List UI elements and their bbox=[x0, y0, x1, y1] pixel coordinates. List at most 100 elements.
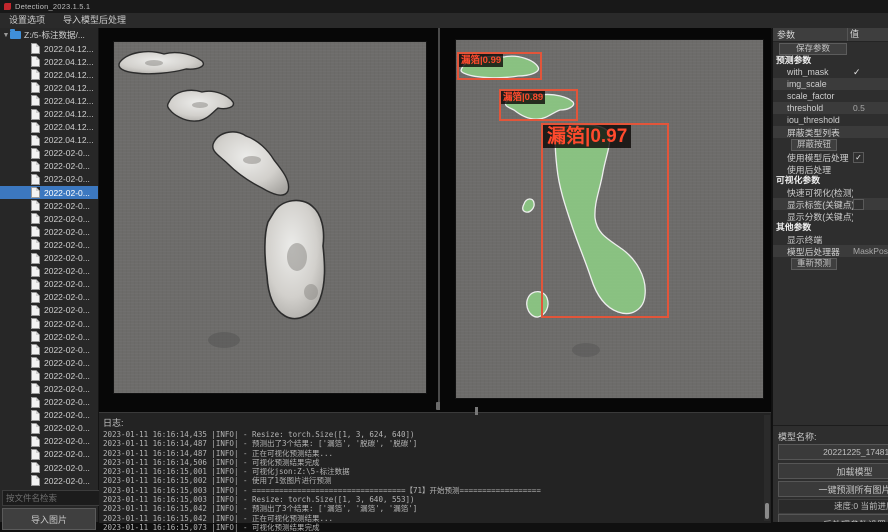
tree-item[interactable]: 2022.04.12... bbox=[0, 107, 98, 120]
log-scrollbar[interactable] bbox=[764, 415, 770, 521]
tree-item[interactable]: 2022-02-0... bbox=[0, 448, 98, 461]
param-row[interactable]: 快速可视化(检测) bbox=[773, 186, 888, 198]
tree-item-label: 2022-02-0... bbox=[44, 201, 90, 211]
tree-item[interactable]: 2022-02-0... bbox=[0, 343, 98, 356]
tree-item[interactable]: 2022-02-0... bbox=[0, 278, 98, 291]
file-tree: ▼ Z:/5-标注数据/... 2022.04.12...2022.04.12.… bbox=[0, 28, 98, 489]
tree-item[interactable]: 2022-02-0... bbox=[0, 317, 98, 330]
checkmark-icon[interactable]: ✓ bbox=[853, 67, 861, 78]
params-button-row: 屏蔽按钮 bbox=[773, 138, 888, 151]
param-name: img_scale bbox=[773, 79, 853, 89]
tree-item[interactable]: 2022-02-0... bbox=[0, 186, 98, 199]
log-splitter-grip-icon[interactable] bbox=[475, 407, 478, 415]
param-row[interactable]: 显示分数(关键点) bbox=[773, 210, 888, 222]
param-row[interactable]: iou_threshold bbox=[773, 114, 888, 126]
file-icon bbox=[31, 69, 40, 80]
file-icon bbox=[31, 174, 40, 185]
original-image[interactable] bbox=[113, 41, 427, 394]
detection-box: 漏箔|0.89 bbox=[499, 89, 578, 121]
tree-item[interactable]: 2022.04.12... bbox=[0, 55, 98, 68]
search-input[interactable] bbox=[2, 490, 100, 506]
tree-item-label: 2022.04.12... bbox=[44, 57, 94, 67]
log-line: 2023-01-11 16:16:14,487 |INFO| - 正在可视化预测… bbox=[99, 449, 771, 458]
import-image-button[interactable]: 导入图片 bbox=[2, 508, 96, 530]
param-row[interactable]: img_scale bbox=[773, 78, 888, 90]
file-icon bbox=[31, 449, 40, 460]
param-row[interactable]: 模型后处理器MaskPostPro bbox=[773, 245, 888, 257]
tree-item[interactable]: 2022-02-0... bbox=[0, 291, 98, 304]
log-line: 2023-01-11 16:16:15,003 |INFO| - =======… bbox=[99, 486, 771, 495]
log-line: 2023-01-11 16:16:15,003 |INFO| - Resize:… bbox=[99, 495, 771, 504]
tree-item[interactable]: 2022-02-0... bbox=[0, 147, 98, 160]
tree-item[interactable]: 2022-02-0... bbox=[0, 382, 98, 395]
tree-item[interactable]: 2022-02-0... bbox=[0, 356, 98, 369]
postprocess-settings-button[interactable]: 后处理参数设置 bbox=[778, 514, 888, 522]
detection-box: 漏箔|0.99 bbox=[457, 52, 542, 80]
param-row[interactable]: scale_factor bbox=[773, 90, 888, 102]
tree-item[interactable]: 2022-02-0... bbox=[0, 461, 98, 474]
tree-item[interactable]: 2022-02-0... bbox=[0, 435, 98, 448]
tree-item-label: 2022-02-0... bbox=[44, 449, 90, 459]
model-name-field[interactable]: 20221225_174813 bbox=[778, 444, 888, 460]
predict-all-button[interactable]: 一键预测所有图片 bbox=[778, 481, 888, 497]
app-window: { "window": { "title": "Detection_2023.1… bbox=[0, 0, 888, 522]
params-button[interactable]: 保存参数 bbox=[779, 43, 847, 55]
tree-item-label: 2022-02-0... bbox=[44, 436, 90, 446]
tree-item[interactable]: 2022-02-0... bbox=[0, 199, 98, 212]
tree-item[interactable]: 2022.04.12... bbox=[0, 68, 98, 81]
tree-item[interactable]: 2022.04.12... bbox=[0, 94, 98, 107]
tree-item[interactable]: 2022-02-0... bbox=[0, 396, 98, 409]
param-row[interactable]: with_mask✓ bbox=[773, 66, 888, 78]
tree-item-label: 2022.04.12... bbox=[44, 122, 94, 132]
menu-item-import-postprocess[interactable]: 导入模型后处理 bbox=[54, 13, 135, 28]
param-row[interactable]: threshold0.5 bbox=[773, 102, 888, 114]
tree-root[interactable]: ▼ Z:/5-标注数据/... bbox=[0, 28, 98, 42]
checkbox-icon[interactable] bbox=[853, 199, 864, 210]
tree-item-label: 2022-02-0... bbox=[44, 358, 90, 368]
tree-item[interactable]: 2022-02-0... bbox=[0, 422, 98, 435]
tree-item[interactable]: 2022-02-0... bbox=[0, 212, 98, 225]
tree-item-label: 2022-02-0... bbox=[44, 292, 90, 302]
tree-item[interactable]: 2022-02-0... bbox=[0, 252, 98, 265]
detection-label: 漏箔|0.89 bbox=[501, 91, 545, 104]
params-col-value: 值 bbox=[847, 28, 859, 41]
checkbox-icon[interactable]: ✓ bbox=[853, 152, 864, 163]
param-row[interactable]: 显示标签(关键点) bbox=[773, 198, 888, 210]
file-icon bbox=[31, 423, 40, 434]
log-lines[interactable]: 2023-01-11 16:16:14,435 |INFO| - Resize:… bbox=[99, 430, 771, 532]
param-row[interactable]: 使用模型后处理✓ bbox=[773, 151, 888, 163]
params-button[interactable]: 重新预测 bbox=[791, 258, 837, 270]
params-button[interactable]: 屏蔽按钮 bbox=[791, 139, 837, 151]
menu-bar: 设置选项 导入模型后处理 bbox=[0, 13, 888, 29]
tree-item-label: 2022-02-0... bbox=[44, 148, 90, 158]
param-row[interactable]: 屏蔽类型列表 bbox=[773, 126, 888, 138]
tree-item-label: 2022.04.12... bbox=[44, 44, 94, 54]
tree-item[interactable]: 2022.04.12... bbox=[0, 42, 98, 55]
tree-item[interactable]: 2022-02-0... bbox=[0, 369, 98, 382]
file-icon bbox=[31, 383, 40, 394]
param-row[interactable]: 显示终端 bbox=[773, 233, 888, 245]
menu-item-settings[interactable]: 设置选项 bbox=[0, 13, 54, 28]
tree-item[interactable]: 2022-02-0... bbox=[0, 304, 98, 317]
tree-item[interactable]: 2022-02-0... bbox=[0, 330, 98, 343]
file-icon bbox=[31, 56, 40, 67]
load-model-button[interactable]: 加载模型 bbox=[778, 463, 888, 479]
param-row[interactable]: 使用后处理 bbox=[773, 163, 888, 175]
file-icon bbox=[31, 187, 40, 198]
tree-item[interactable]: 2022.04.12... bbox=[0, 121, 98, 134]
chevron-down-icon[interactable]: ▼ bbox=[2, 32, 10, 39]
detection-label: 漏箔|0.99 bbox=[459, 54, 503, 67]
tree-item[interactable]: 2022-02-0... bbox=[0, 409, 98, 422]
tree-item[interactable]: 2022-02-0... bbox=[0, 238, 98, 251]
prediction-image[interactable]: 漏箔|0.99漏箔|0.89漏箔|0.97 bbox=[455, 39, 764, 399]
tree-item[interactable]: 2022-02-0... bbox=[0, 173, 98, 186]
tree-item[interactable]: 2022-02-0... bbox=[0, 265, 98, 278]
tree-item[interactable]: 2022.04.12... bbox=[0, 81, 98, 94]
tree-item[interactable]: 2022-02-0... bbox=[0, 474, 98, 487]
tree-item[interactable]: 2022-02-0... bbox=[0, 225, 98, 238]
param-value: 0.5 bbox=[853, 103, 865, 113]
tree-item[interactable]: 2022.04.12... bbox=[0, 134, 98, 147]
tree-item[interactable]: 2022-02-0... bbox=[0, 160, 98, 173]
log-line: 2023-01-11 16:16:14,506 |INFO| - 可视化预测结果… bbox=[99, 458, 771, 467]
log-scrollbar-thumb[interactable] bbox=[765, 503, 769, 519]
